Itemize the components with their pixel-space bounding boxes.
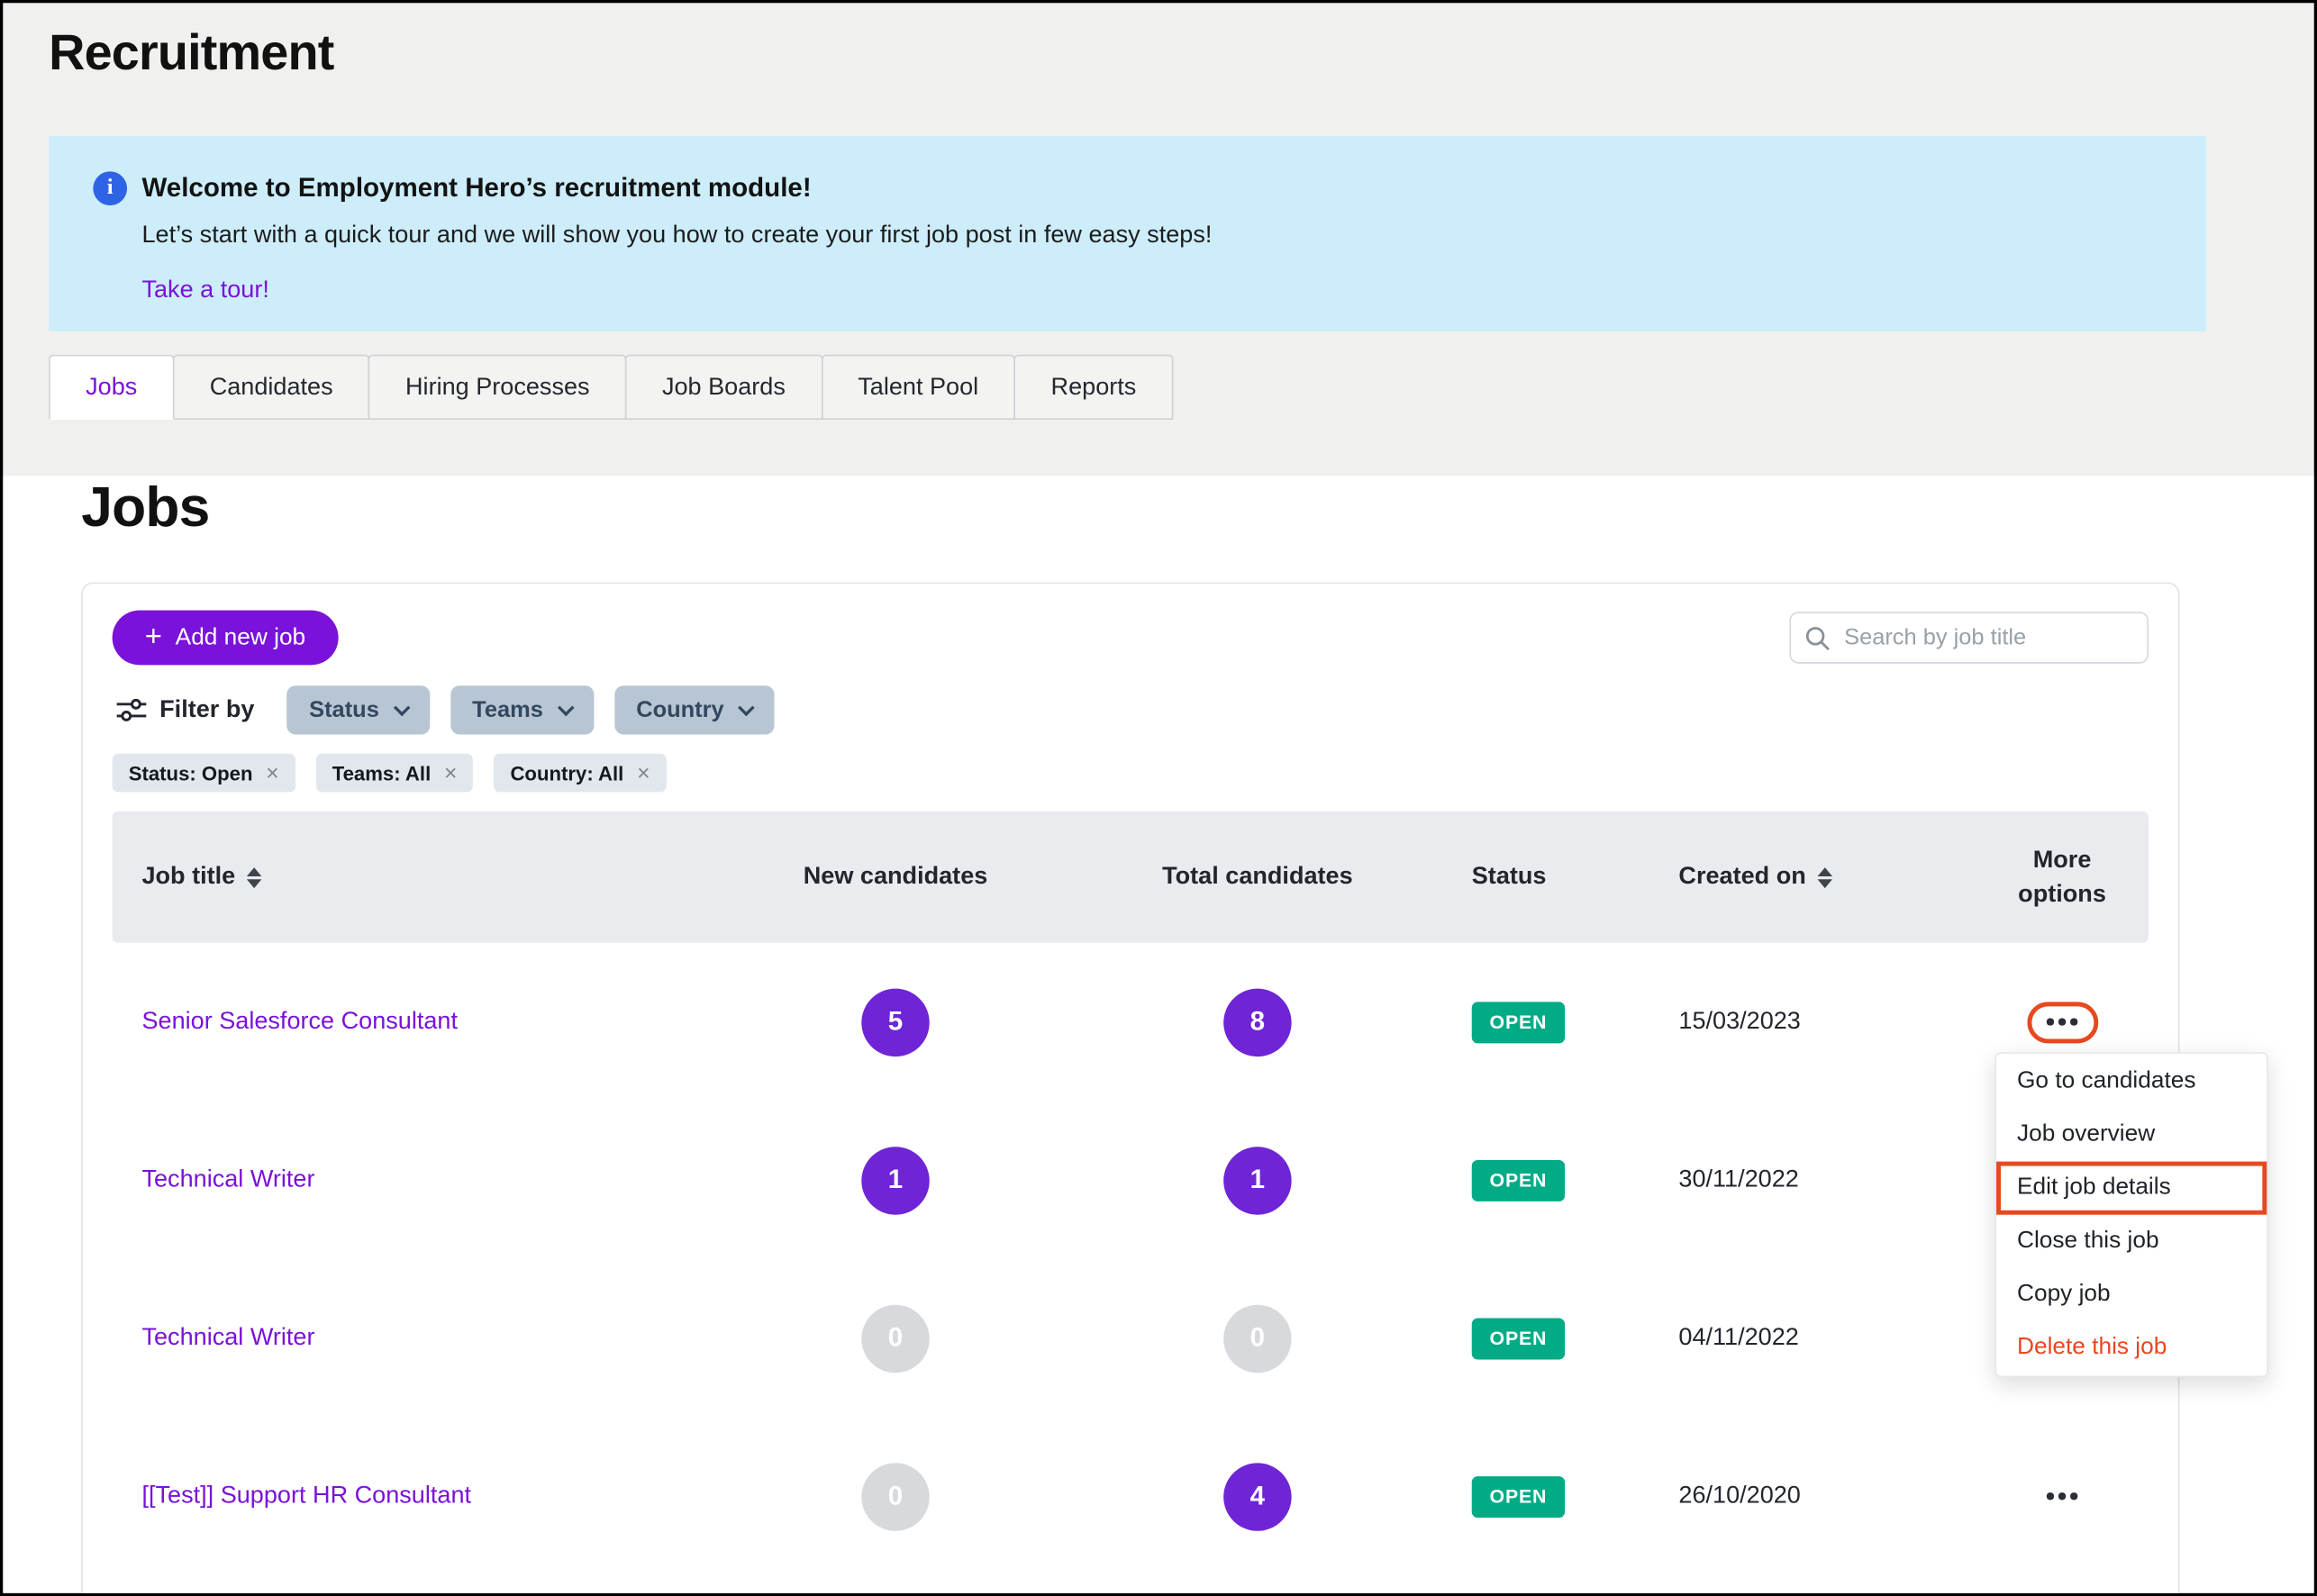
chip-label: Country: All [510, 762, 623, 784]
job-row: Technical Writer 1 1 OPEN 30/11/2022 [113, 1101, 2149, 1259]
remove-chip-icon[interactable]: × [444, 762, 457, 784]
column-total-candidates: Total candidates [1043, 863, 1472, 891]
job-title-link[interactable]: [[Test]] Support HR Consultant [113, 1483, 471, 1510]
recruitment-page: Recruitment i Welcome to Employment Hero… [0, 0, 2317, 1596]
job-title-link[interactable]: Technical Writer [113, 1166, 315, 1194]
country-filter-label: Country [636, 697, 723, 724]
created-date: 30/11/2022 [1678, 1166, 1974, 1194]
chip-status-open: Status: Open × [113, 754, 295, 793]
active-filter-chips: Status: Open × Teams: All × Country: All… [113, 754, 2149, 793]
job-row: [[Test]] Support HR Consultant 0 4 OPEN … [113, 1417, 2149, 1575]
tab-candidates[interactable]: Candidates [173, 355, 370, 420]
new-candidates-count: 0 [861, 1304, 929, 1372]
jobs-card: + Add new job [81, 582, 2179, 1596]
plus-icon: + [145, 621, 162, 651]
chip-country-all: Country: All × [494, 754, 666, 793]
job-title-link[interactable]: Technical Writer [113, 1324, 315, 1352]
menu-item-job-overview[interactable]: Job overview [1996, 1109, 2267, 1162]
menu-item-copy-job[interactable]: Copy job [1996, 1268, 2267, 1321]
menu-item-go-to-candidates[interactable]: Go to candidates [1996, 1055, 2267, 1108]
status-filter-label: Status [309, 697, 379, 724]
more-options-button[interactable] [2041, 1484, 2084, 1509]
more-options-button[interactable] [2041, 1010, 2084, 1034]
add-new-job-button[interactable]: + Add new job [113, 611, 339, 666]
welcome-banner: i Welcome to Employment Hero’s recruitme… [49, 136, 2206, 331]
created-date: 26/10/2020 [1678, 1483, 1974, 1510]
status-filter-dropdown[interactable]: Status [287, 685, 430, 734]
search-input[interactable] [1789, 612, 2149, 663]
menu-item-edit-job-details[interactable]: Edit job details [1996, 1162, 2267, 1215]
add-new-job-label: Add new job [176, 624, 305, 651]
tab-bar: Jobs Candidates Hiring Processes Job Boa… [49, 355, 2314, 420]
job-row: Technical Writer 0 0 OPEN 04/11/2022 [113, 1259, 2149, 1418]
toolbar: + Add new job [113, 611, 2149, 666]
filter-by-label: Filter by [159, 696, 254, 724]
take-a-tour-link[interactable]: Take a tour! [141, 272, 268, 307]
chip-teams-all: Teams: All × [316, 754, 474, 793]
chip-label: Teams: All [332, 762, 432, 784]
menu-item-close-this-job[interactable]: Close this job [1996, 1215, 2267, 1268]
banner-subtitle: Let’s start with a quick tour and we wil… [141, 217, 1212, 252]
remove-chip-icon[interactable]: × [266, 762, 278, 784]
tab-jobs[interactable]: Jobs [49, 355, 174, 420]
tab-reports[interactable]: Reports [1014, 355, 1174, 420]
tab-talent-pool[interactable]: Talent Pool [821, 355, 1015, 420]
new-candidates-count: 0 [861, 1463, 929, 1530]
menu-item-delete-this-job[interactable]: Delete this job [1996, 1321, 2267, 1374]
chip-label: Status: Open [129, 762, 253, 784]
filter-row: Filter by Status Teams Country [113, 685, 2149, 734]
total-candidates-count: 0 [1223, 1304, 1291, 1372]
sort-icon[interactable] [1818, 866, 1832, 887]
column-more-options: More options [1974, 844, 2149, 910]
status-badge: OPEN [1472, 1318, 1565, 1359]
column-status: Status [1472, 863, 1679, 891]
tab-hiring-processes[interactable]: Hiring Processes [368, 355, 627, 420]
remove-chip-icon[interactable]: × [637, 762, 650, 784]
total-candidates-count: 8 [1223, 988, 1291, 1056]
info-icon: i [93, 171, 127, 205]
chevron-down-icon [557, 699, 574, 716]
table-header: Job title New candidates Total candidate… [113, 812, 2149, 943]
teams-filter-label: Teams [472, 697, 543, 724]
filter-icon [117, 697, 147, 722]
column-job-title-label: Job title [141, 863, 235, 891]
created-date: 15/03/2023 [1678, 1008, 1974, 1036]
column-new-candidates: New candidates [748, 863, 1043, 891]
new-candidates-count: 5 [861, 988, 929, 1056]
row-actions-menu: Go to candidates Job overview Edit job d… [1994, 1052, 2267, 1377]
job-row: Senior Salesforce Consultant 5 8 OPEN 15… [113, 943, 2149, 1102]
status-badge: OPEN [1472, 1159, 1565, 1201]
search-icon [1804, 625, 1831, 652]
banner-body: Welcome to Employment Hero’s recruitment… [141, 168, 1212, 331]
section-title: Jobs [81, 476, 2314, 540]
job-title-link[interactable]: Senior Salesforce Consultant [113, 1008, 458, 1036]
teams-filter-dropdown[interactable]: Teams [450, 685, 594, 734]
chevron-down-icon [393, 699, 410, 716]
total-candidates-count: 4 [1223, 1463, 1291, 1530]
page-title: Recruitment [49, 23, 2314, 83]
total-candidates-count: 1 [1223, 1146, 1291, 1213]
content-area: Jobs + Add new job [3, 476, 2313, 1596]
created-date: 04/11/2022 [1678, 1324, 1974, 1352]
annotation-circle [2027, 1002, 2098, 1043]
country-filter-dropdown[interactable]: Country [614, 685, 775, 734]
column-created-on-label: Created on [1678, 863, 1805, 891]
new-candidates-count: 1 [861, 1146, 929, 1213]
search-box [1789, 612, 2149, 663]
column-job-title: Job title [113, 863, 748, 891]
status-badge: OPEN [1472, 1475, 1565, 1517]
banner-title: Welcome to Employment Hero’s recruitment… [141, 168, 1212, 207]
column-created-on: Created on [1678, 863, 1974, 891]
sort-icon[interactable] [247, 866, 261, 887]
status-badge: OPEN [1472, 1002, 1565, 1043]
tab-job-boards[interactable]: Job Boards [625, 355, 822, 420]
chevron-down-icon [738, 699, 755, 716]
